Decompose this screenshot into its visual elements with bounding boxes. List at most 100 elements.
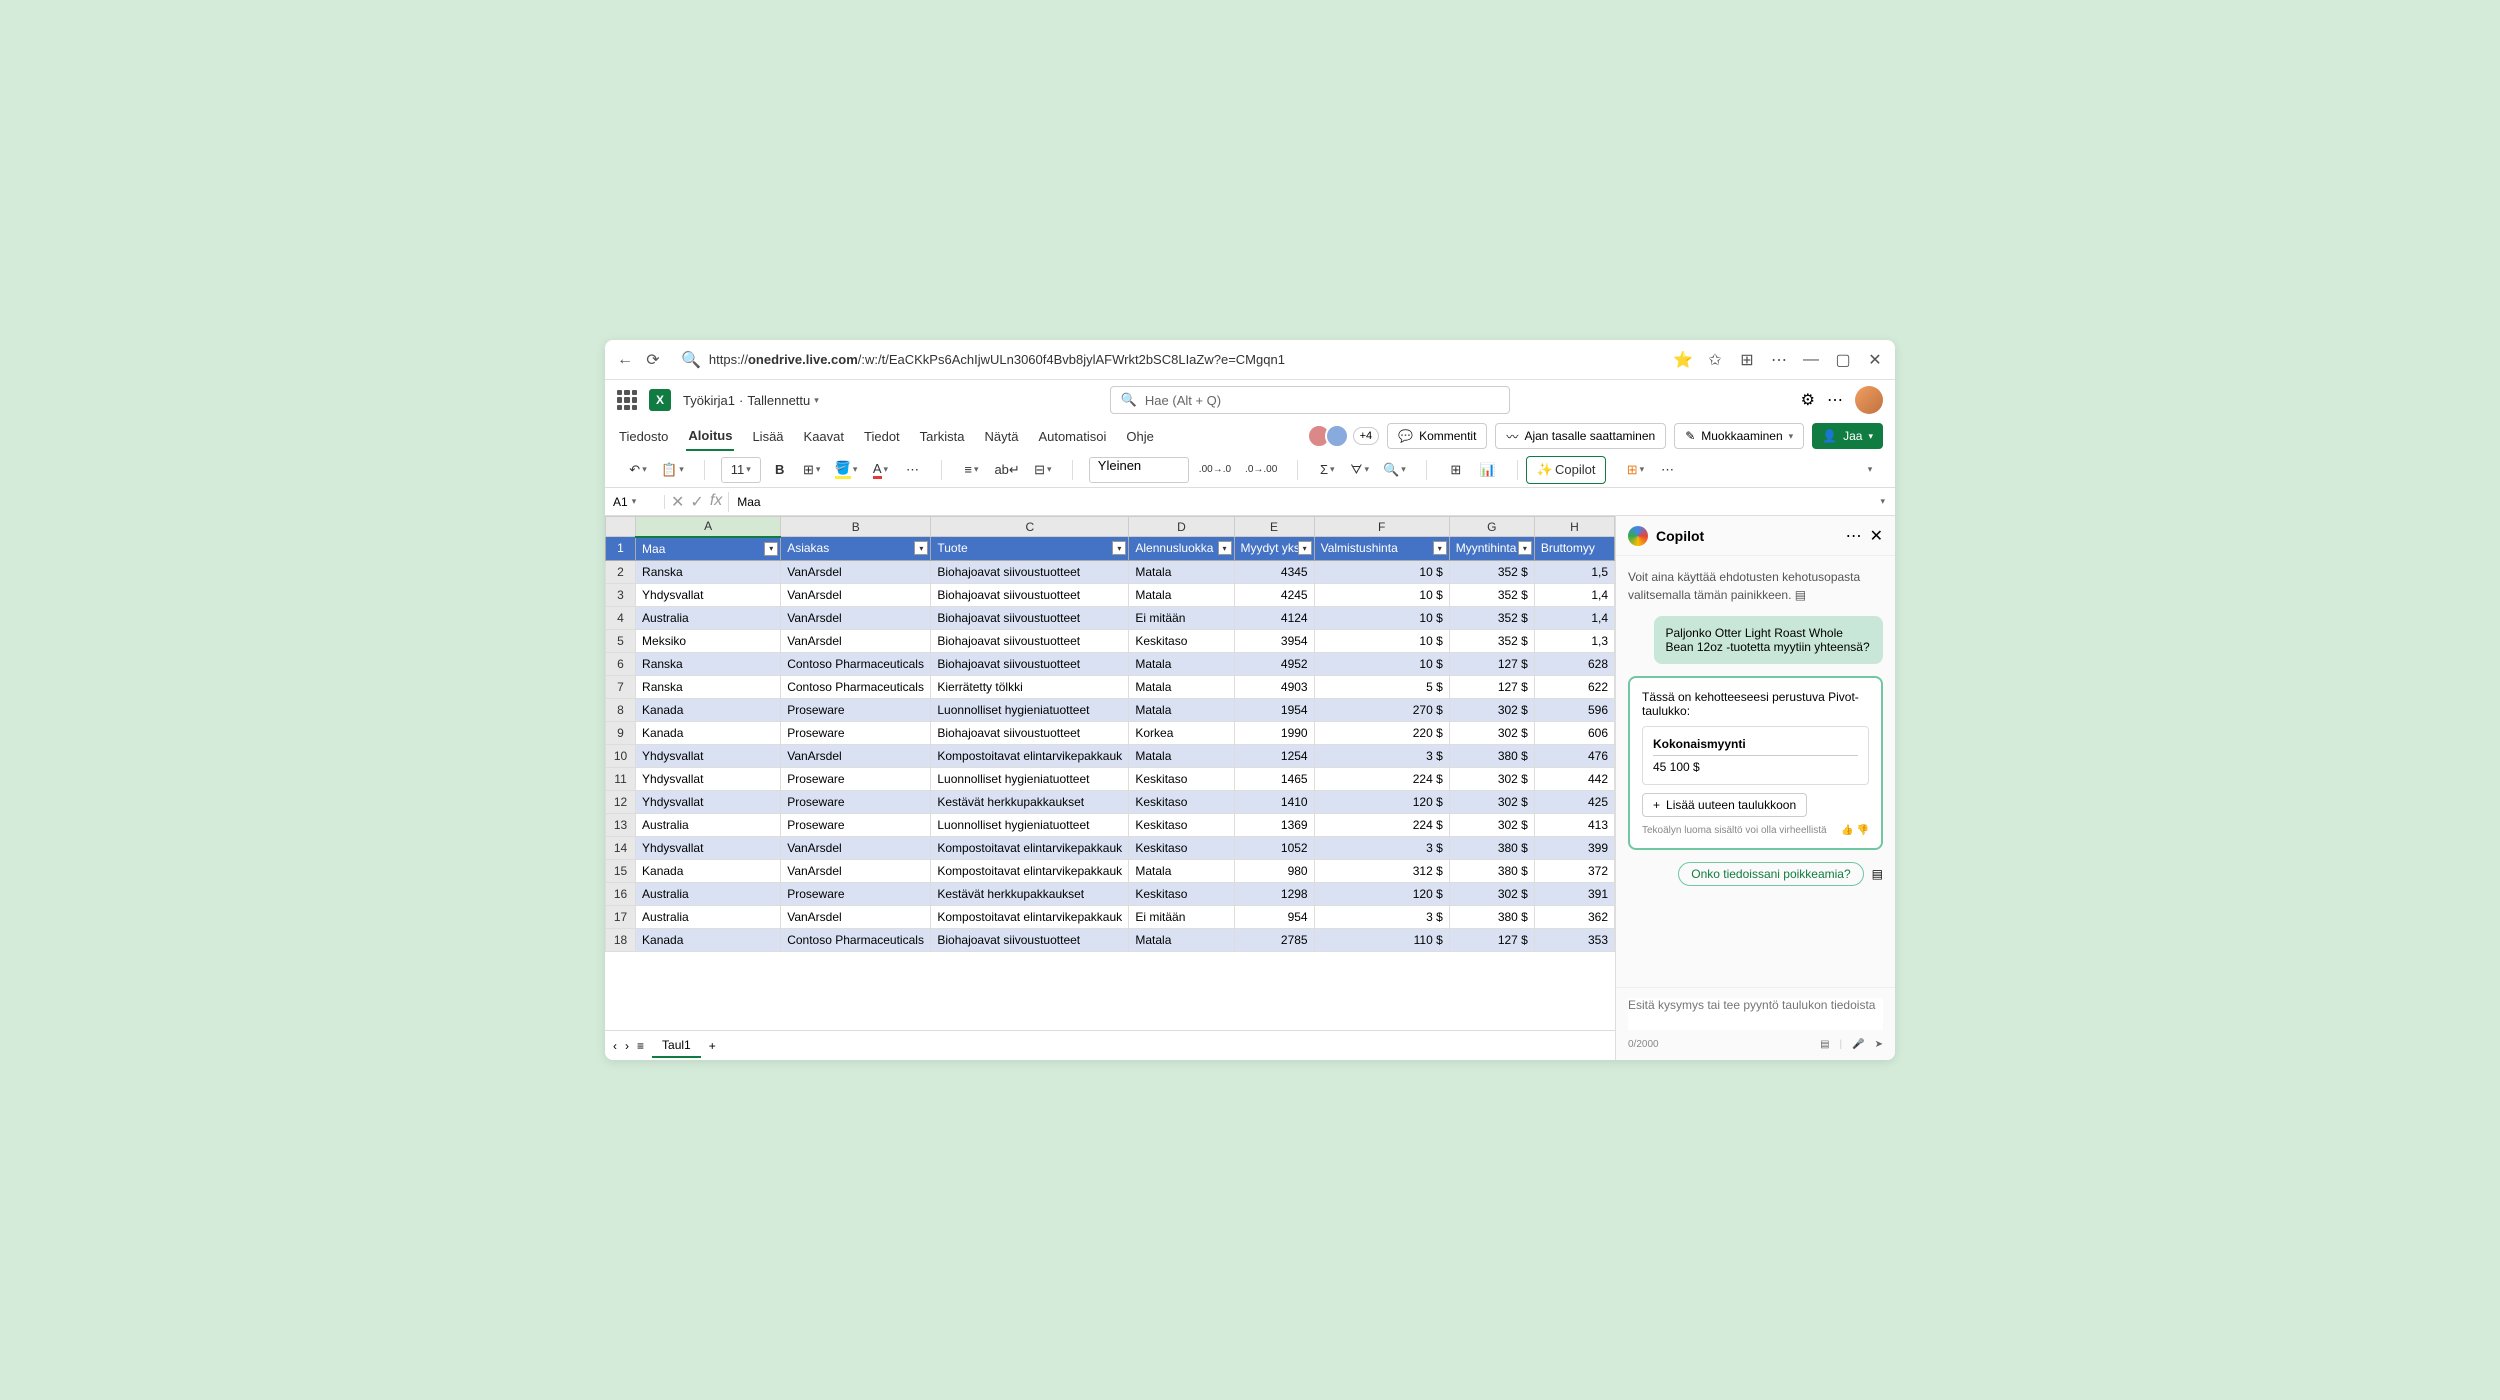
cell[interactable]: 4124 [1234, 606, 1314, 629]
cell[interactable]: Keskitaso [1129, 836, 1234, 859]
cell[interactable]: Proseware [781, 767, 931, 790]
cell[interactable]: Yhdysvallat [636, 583, 781, 606]
cell[interactable]: 302 $ [1449, 790, 1534, 813]
cancel-formula-icon[interactable]: ✕ [671, 492, 684, 512]
filter-icon[interactable]: ▾ [1298, 541, 1312, 555]
cell[interactable]: 413 [1534, 813, 1614, 836]
cell[interactable]: Biohajoavat siivoustuotteet [931, 583, 1129, 606]
cell[interactable]: Keskitaso [1129, 629, 1234, 652]
cell[interactable]: Contoso Pharmaceuticals [781, 675, 931, 698]
cell[interactable]: Matala [1129, 652, 1234, 675]
cell[interactable]: Matala [1129, 698, 1234, 721]
cell[interactable]: 120 $ [1314, 882, 1449, 905]
cell[interactable]: Kompostoitavat elintarvikepakkauk [931, 859, 1129, 882]
cell[interactable]: Kestävät herkkupakkaukset [931, 790, 1129, 813]
header-cell[interactable]: Alennusluokka▾ [1129, 537, 1234, 561]
guide-icon[interactable]: ▤ [1820, 1039, 1829, 1050]
cell[interactable]: 4952 [1234, 652, 1314, 675]
tab-automate[interactable]: Automatisoi [1036, 423, 1108, 450]
guide-icon[interactable]: ▤ [1795, 588, 1806, 602]
wrap-text-button[interactable]: ab↵ [990, 457, 1023, 483]
url-bar[interactable]: 🔍 https://onedrive.live.com/:w:/t/EaCKkP… [673, 350, 1663, 370]
cell[interactable]: 220 $ [1314, 721, 1449, 744]
cell[interactable]: VanArsdel [781, 606, 931, 629]
cell[interactable]: Proseware [781, 790, 931, 813]
cell[interactable]: 980 [1234, 859, 1314, 882]
cell[interactable]: 380 $ [1449, 744, 1534, 767]
cell[interactable]: 4245 [1234, 583, 1314, 606]
comments-button[interactable]: 💬Kommentit [1387, 423, 1487, 449]
cell[interactable]: Luonnolliset hygieniatuotteet [931, 813, 1129, 836]
cell[interactable]: 352 $ [1449, 629, 1534, 652]
tab-file[interactable]: Tiedosto [617, 423, 670, 450]
cell[interactable]: 628 [1534, 652, 1614, 675]
cell[interactable]: 120 $ [1314, 790, 1449, 813]
cell[interactable]: 270 $ [1314, 698, 1449, 721]
cell[interactable]: Korkea [1129, 721, 1234, 744]
cell[interactable]: 596 [1534, 698, 1614, 721]
cell[interactable]: 1,4 [1534, 583, 1614, 606]
copilot-close-icon[interactable]: ✕ [1870, 526, 1883, 546]
tab-view[interactable]: Näytä [982, 423, 1020, 450]
cell[interactable]: 3 $ [1314, 905, 1449, 928]
cell[interactable]: 4345 [1234, 560, 1314, 583]
tab-review[interactable]: Tarkista [918, 423, 967, 450]
excel-icon[interactable]: X [649, 389, 671, 411]
borders-button[interactable]: ⊞▾ [799, 457, 825, 483]
cell[interactable]: 302 $ [1449, 721, 1534, 744]
row-header[interactable]: 6 [606, 652, 636, 675]
tab-insert[interactable]: Lisää [750, 423, 785, 450]
col-header[interactable]: A [636, 517, 781, 537]
number-format-select[interactable]: Yleinen [1089, 457, 1189, 483]
cell[interactable]: Matala [1129, 744, 1234, 767]
cell[interactable]: Contoso Pharmaceuticals [781, 652, 931, 675]
cell[interactable]: Matala [1129, 560, 1234, 583]
col-header[interactable]: C [931, 517, 1129, 537]
cell[interactable]: Biohajoavat siivoustuotteet [931, 629, 1129, 652]
cell[interactable]: 312 $ [1314, 859, 1449, 882]
cell[interactable]: 391 [1534, 882, 1614, 905]
doc-title[interactable]: Työkirja1 · Tallennettu ▾ [683, 393, 819, 408]
filter-icon[interactable]: ▾ [1218, 541, 1232, 555]
copilot-more-icon[interactable]: ⋯ [1846, 526, 1862, 546]
cell[interactable]: 127 $ [1449, 675, 1534, 698]
cell[interactable]: Ei mitään [1129, 606, 1234, 629]
cell[interactable]: 5 $ [1314, 675, 1449, 698]
autosum-button[interactable]: Σ▾ [1314, 457, 1340, 483]
formula-input[interactable]: Maa [729, 495, 1880, 509]
cell[interactable]: Yhdysvallat [636, 767, 781, 790]
cell[interactable]: Biohajoavat siivoustuotteet [931, 721, 1129, 744]
minimize-icon[interactable]: — [1803, 352, 1819, 368]
mic-icon[interactable]: 🎤 [1852, 1039, 1864, 1050]
cell[interactable]: 380 $ [1449, 905, 1534, 928]
filter-icon[interactable]: ▾ [764, 542, 778, 556]
prev-sheet-icon[interactable]: ‹ [613, 1039, 617, 1053]
maximize-icon[interactable]: ▢ [1835, 352, 1851, 368]
col-header[interactable]: G [1449, 517, 1534, 537]
cell[interactable]: Kompostoitavat elintarvikepakkauk [931, 836, 1129, 859]
cell[interactable]: 110 $ [1314, 928, 1449, 951]
send-icon[interactable]: ➤ [1875, 1039, 1883, 1050]
add-sheet-icon[interactable]: + [709, 1039, 716, 1053]
cell[interactable]: Keskitaso [1129, 767, 1234, 790]
cell[interactable]: Biohajoavat siivoustuotteet [931, 652, 1129, 675]
addins-button[interactable]: ⊞ [1443, 457, 1469, 483]
row-header[interactable]: 8 [606, 698, 636, 721]
align-button[interactable]: ≡▾ [958, 457, 984, 483]
favorite-icon[interactable]: ⭐ [1675, 352, 1691, 368]
sheet-tab[interactable]: Taul1 [652, 1034, 701, 1058]
cell[interactable]: Yhdysvallat [636, 790, 781, 813]
cell[interactable]: Luonnolliset hygieniatuotteet [931, 698, 1129, 721]
cell[interactable]: Biohajoavat siivoustuotteet [931, 928, 1129, 951]
cell[interactable]: 302 $ [1449, 882, 1534, 905]
header-cell[interactable]: Myydyt yksi▾ [1234, 537, 1314, 561]
thumbs-down-icon[interactable]: 👎 [1857, 825, 1869, 836]
row-header[interactable]: 1 [606, 537, 636, 561]
cell[interactable]: 10 $ [1314, 583, 1449, 606]
tab-data[interactable]: Tiedot [862, 423, 902, 450]
cell[interactable]: 1990 [1234, 721, 1314, 744]
cell[interactable]: Keskitaso [1129, 882, 1234, 905]
cell[interactable]: Australia [636, 905, 781, 928]
cell[interactable]: 425 [1534, 790, 1614, 813]
cell[interactable]: Keskitaso [1129, 813, 1234, 836]
